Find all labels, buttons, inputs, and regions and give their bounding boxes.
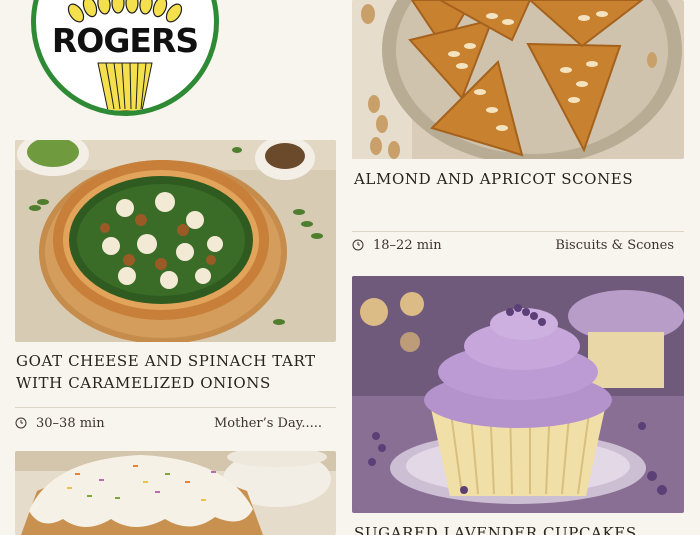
recipe-time: 30–38 min [15,416,105,431]
recipe-card-loaf[interactable] [15,451,336,535]
card-divider [352,231,684,232]
recipe-time: 18–22 min [352,238,442,253]
recipe-category-link[interactable]: Biscuits & Scones [555,238,674,253]
clock-icon [15,417,27,429]
recipe-title[interactable]: Almond and Apricot Scones [354,168,684,190]
recipe-card-cupcakes[interactable]: Sugared Lavender Cupcakes [352,276,684,535]
recipe-meta: 18–22 min Biscuits & Scones [352,235,674,255]
recipe-meta: 30–38 min Mother’s Day..... [15,413,322,433]
recipe-image-scones[interactable] [352,0,684,159]
recipe-time-text: 30–38 min [36,415,105,431]
recipe-card-tart[interactable]: Goat Cheese and Spinach Tart with Carame… [15,140,336,440]
recipe-image-tart[interactable] [15,140,336,342]
rogers-logo[interactable]: ROGERS [31,0,219,116]
recipe-time-text: 18–22 min [373,237,442,253]
recipe-card-scones[interactable]: Almond and Apricot Scones 18–22 min Bisc… [352,0,684,260]
logo-wordmark: ROGERS [51,21,199,60]
recipe-image-cupcakes[interactable] [352,276,684,513]
card-divider [15,407,336,408]
recipe-image-loaf[interactable] [15,451,336,535]
recipe-category-link[interactable]: Mother’s Day..... [214,416,322,431]
clock-icon [352,239,364,251]
recipe-title[interactable]: Sugared Lavender Cupcakes [354,522,684,535]
recipe-title[interactable]: Goat Cheese and Spinach Tart with Carame… [16,350,326,394]
recipe-grid-page: ROGERS ALMOND AND APRICOT SCONES 18–22 m… [0,0,700,535]
